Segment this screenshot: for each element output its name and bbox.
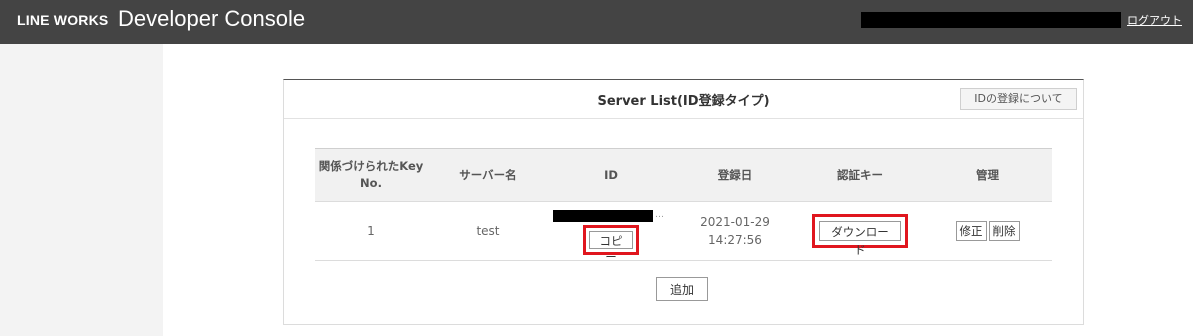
column-header-key-no: 関係づけられたKey No. <box>318 159 424 190</box>
panel-header: Server List(ID登録タイプ) IDの登録について <box>284 80 1083 119</box>
console-title: Developer Console <box>118 6 306 31</box>
cell-registered-date: 2021-01-29 14:27:56 <box>673 201 797 260</box>
redacted-user-name <box>861 12 1121 28</box>
cell-key-no: 1 <box>367 223 375 238</box>
cell-id: … コピー <box>549 201 673 264</box>
cell-auth-key: ダウンロード <box>797 201 923 260</box>
download-key-button[interactable]: ダウンロード <box>819 220 901 257</box>
brand-logo: LINE WORKS <box>17 12 109 28</box>
id-ellipsis: … <box>655 210 664 220</box>
cell-server-name: test <box>476 223 500 238</box>
column-header-server-name: サーバー名 <box>459 167 517 182</box>
column-header-registered-date: 登録日 <box>717 167 753 182</box>
column-header-id: ID <box>604 167 618 182</box>
copy-id-button[interactable]: コピー <box>589 231 633 264</box>
copy-highlight-box: コピー <box>583 225 639 264</box>
table-header: 関係づけられたKey No. サーバー名 ID 登録日 認証キー 管理 <box>315 148 1052 202</box>
add-server-button[interactable]: 追加 <box>656 277 708 301</box>
table-row: 1 test … コピー 2021-01-29 14:27:56 ダウンロード <box>315 201 1052 264</box>
column-header-auth-key: 認証キー <box>837 167 883 182</box>
column-header-manage: 管理 <box>976 167 999 182</box>
redacted-id <box>553 210 653 222</box>
download-highlight-box: ダウンロード <box>812 213 908 257</box>
registered-time: 14:27:56 <box>708 232 762 247</box>
server-list-panel: Server List(ID登録タイプ) IDの登録について 関係づけられたKe… <box>283 79 1084 325</box>
id-registration-help-button[interactable]: IDの登録について <box>960 88 1077 110</box>
top-header: LINE WORKS Developer Console ログアウト <box>0 0 1193 44</box>
sidebar <box>0 44 163 336</box>
edit-button[interactable]: 修正 <box>955 220 987 241</box>
cell-manage: 修正 削除 <box>923 201 1052 260</box>
delete-button[interactable]: 削除 <box>988 220 1020 241</box>
registered-date: 2021-01-29 <box>700 214 770 229</box>
logout-link[interactable]: ログアウト <box>1127 12 1182 28</box>
